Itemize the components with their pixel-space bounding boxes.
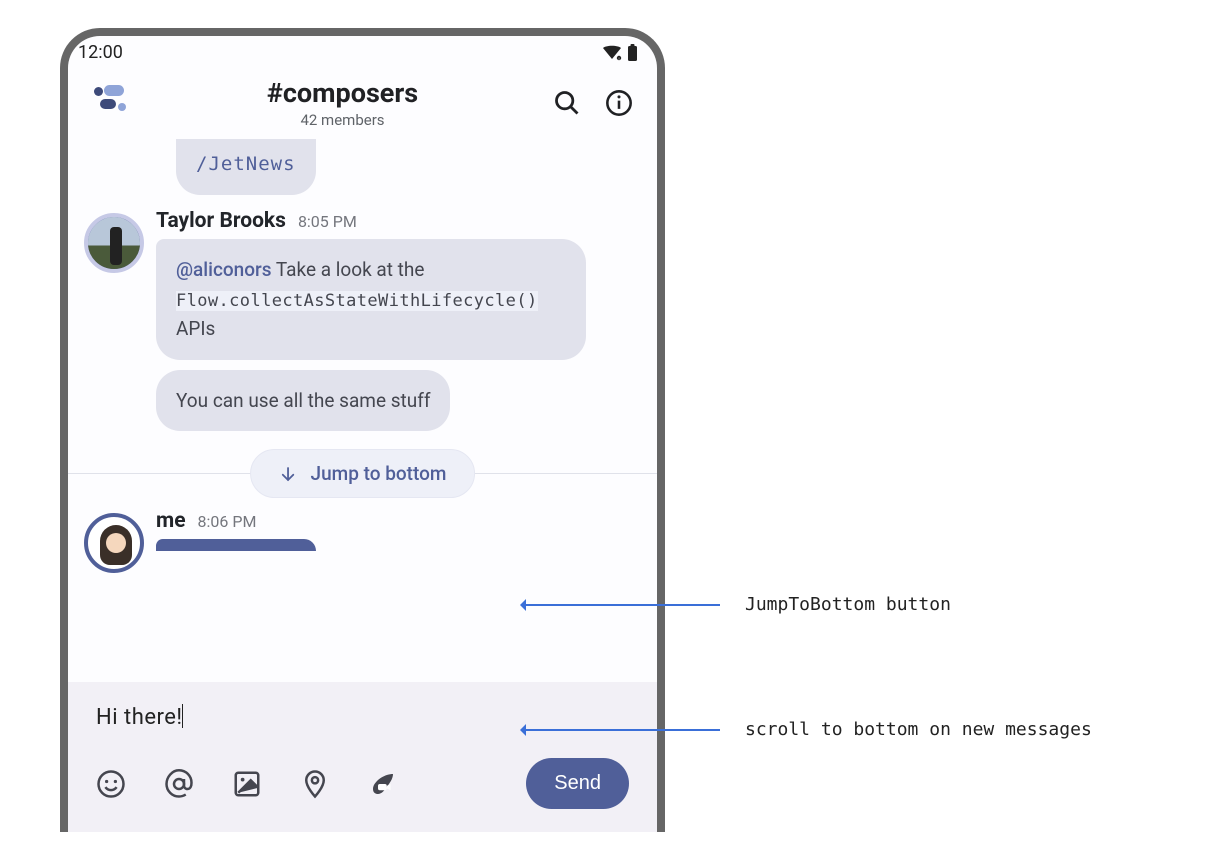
inline-code: Flow.collectAsStateWithLifecycle() <box>176 291 538 311</box>
status-icons: ! <box>602 44 639 62</box>
message-composer: Hi there! Send <box>68 682 657 832</box>
info-icon[interactable] <box>605 89 633 117</box>
member-count: 42 members <box>132 111 553 129</box>
message-bubble-partial[interactable]: /JetNews <box>176 139 316 195</box>
annotation-label: scroll to bottom on new messages <box>745 719 1092 740</box>
chat-scroll-area[interactable]: /JetNews Taylor Brooks 8:05 PM @aliconor… <box>68 139 657 701</box>
arrow-down-icon <box>279 465 297 483</box>
message-group-taylor: Taylor Brooks 8:05 PM @aliconors Take a … <box>84 209 641 431</box>
message-bubble[interactable]: You can use all the same stuff <box>156 370 450 431</box>
avatar-taylor[interactable] <box>84 213 144 273</box>
message-text: APIs <box>176 317 215 340</box>
mention-icon[interactable] <box>164 769 194 799</box>
annotation-arrow <box>525 729 720 731</box>
battery-icon <box>626 44 639 62</box>
message-group-me: me 8:06 PM <box>84 509 641 573</box>
compose-text-input[interactable]: Hi there! <box>96 705 183 730</box>
partial-link: /JetNews <box>196 153 296 175</box>
timestamp: 8:05 PM <box>298 212 357 231</box>
svg-text:!: ! <box>618 56 619 61</box>
author-name[interactable]: me <box>156 509 186 533</box>
jump-to-bottom-row: Jump to bottom <box>84 449 641 499</box>
status-time: 12:00 <box>78 42 123 63</box>
emoji-icon[interactable] <box>96 769 126 799</box>
jump-to-bottom-button[interactable]: Jump to bottom <box>250 449 476 498</box>
send-button[interactable]: Send <box>526 758 629 809</box>
channel-name[interactable]: #composers <box>132 77 553 109</box>
status-bar: 12:00 ! <box>68 36 657 63</box>
video-icon[interactable] <box>368 769 398 799</box>
text-caret <box>182 704 184 728</box>
avatar-me[interactable] <box>84 513 144 573</box>
app-header: #composers 42 members <box>68 63 657 139</box>
message-text: Take a look at the <box>272 258 425 281</box>
wifi-alert-icon: ! <box>602 45 622 61</box>
annotation-arrow <box>525 604 720 606</box>
mention[interactable]: @aliconors <box>176 258 272 281</box>
image-icon[interactable] <box>232 769 262 799</box>
jump-label: Jump to bottom <box>311 462 447 485</box>
message-bubble[interactable]: @aliconors Take a look at the Flow.colle… <box>156 239 586 359</box>
author-name[interactable]: Taylor Brooks <box>156 209 286 233</box>
message-text: You can use all the same stuff <box>176 389 430 412</box>
annotation-label: JumpToBottom button <box>745 594 951 615</box>
message-bubble-partial[interactable] <box>156 539 316 551</box>
app-logo[interactable] <box>92 83 132 123</box>
search-icon[interactable] <box>553 89 581 117</box>
timestamp: 8:06 PM <box>198 512 257 531</box>
location-icon[interactable] <box>300 769 330 799</box>
phone-frame: 12:00 ! #composers 42 members /JetNews <box>60 28 665 832</box>
